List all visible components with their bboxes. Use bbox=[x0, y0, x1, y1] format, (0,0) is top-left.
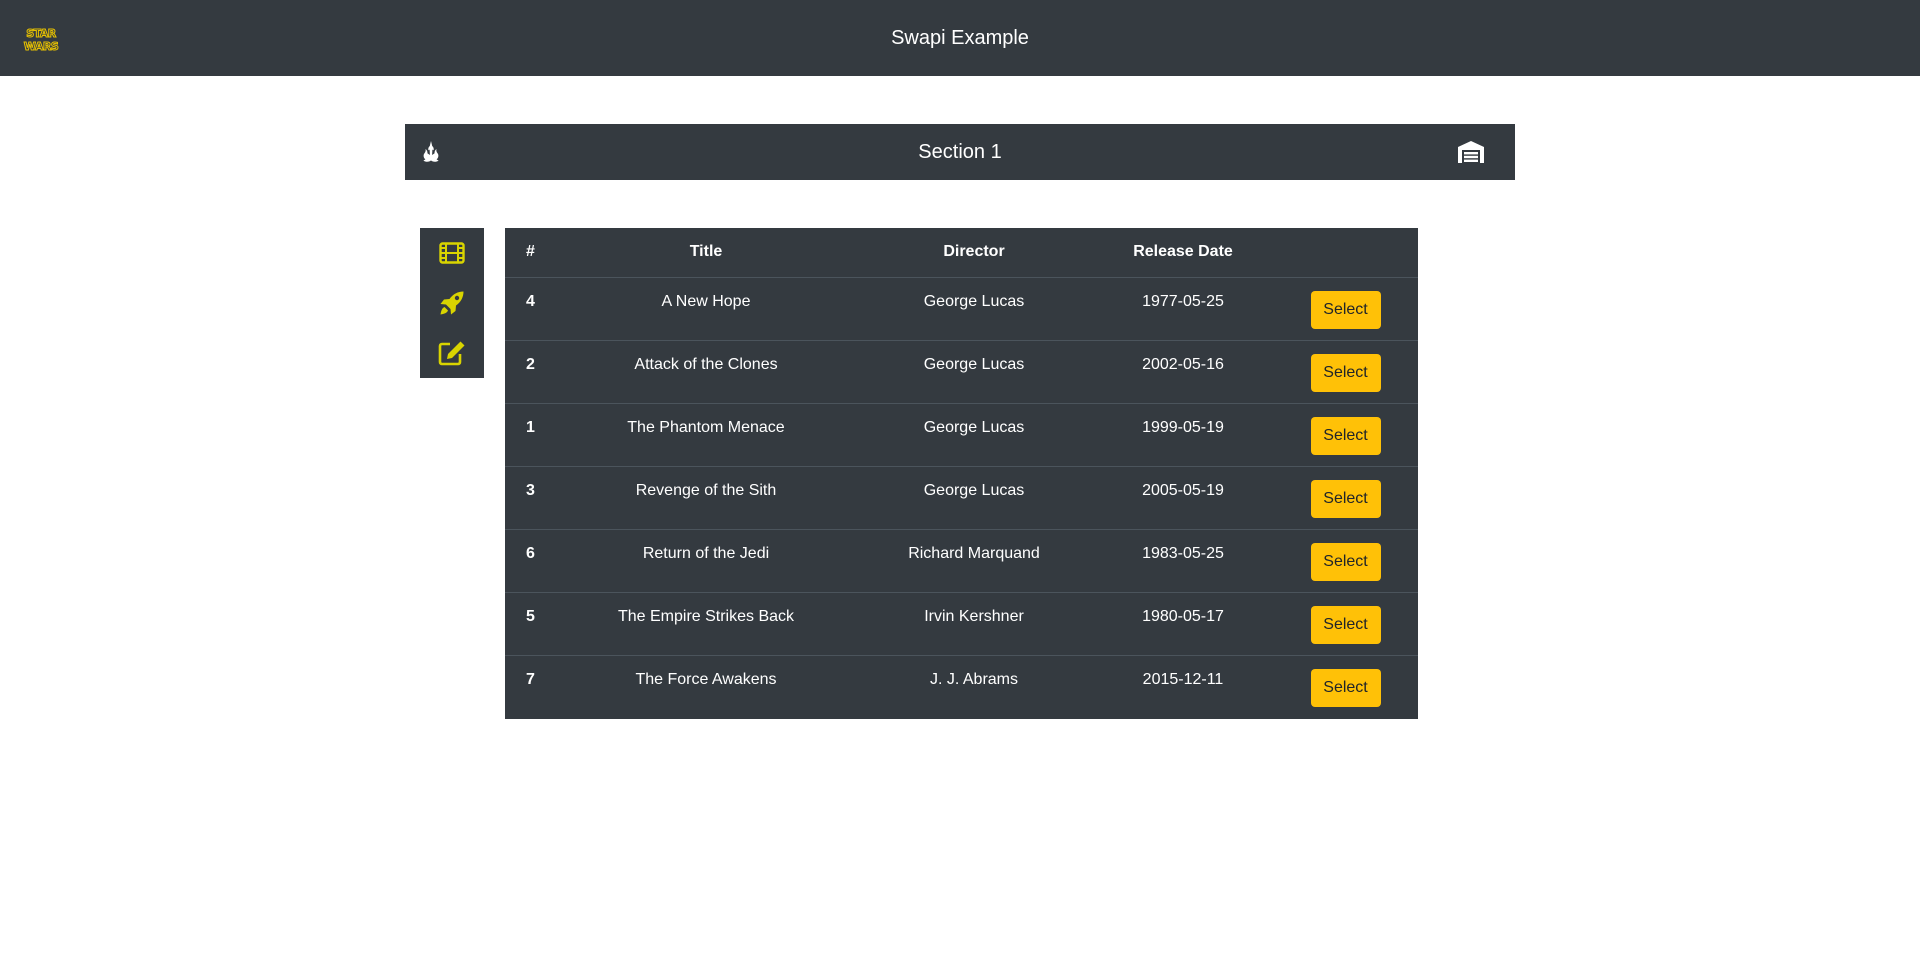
table-header-row: # Title Director Release Date bbox=[505, 228, 1418, 278]
app-title: Swapi Example bbox=[891, 27, 1029, 49]
cell-action: Select bbox=[1273, 277, 1418, 341]
cell-director: Richard Marquand bbox=[855, 529, 1093, 593]
table-row: 1 The Phantom Menace George Lucas 1999-0… bbox=[505, 403, 1418, 467]
cell-episode: 5 bbox=[505, 592, 557, 656]
cell-director: George Lucas bbox=[855, 340, 1093, 404]
cell-director: J. J. Abrams bbox=[929, 670, 1019, 688]
table-row: 7 The Force Awakens J. J. Abrams 2015-12… bbox=[505, 655, 1418, 718]
cell-title: The Force Awakens bbox=[635, 670, 777, 688]
cell-action: Select bbox=[1273, 655, 1418, 718]
film-icon bbox=[439, 242, 465, 264]
cell-title: Attack of the Clones bbox=[557, 340, 855, 404]
cell-title: A New Hope bbox=[557, 277, 855, 341]
cell-title: Return of the Jedi bbox=[557, 529, 855, 593]
cell-action: Select bbox=[1273, 340, 1418, 404]
cell-action: Select bbox=[1273, 529, 1418, 593]
table-row: 3 Revenge of the Sith George Lucas 2005-… bbox=[505, 466, 1418, 530]
select-button[interactable]: Select bbox=[1310, 479, 1381, 518]
select-button[interactable]: Select bbox=[1310, 542, 1381, 581]
cell-release-date: 2002-05-16 bbox=[1093, 340, 1273, 404]
cell-title: The Phantom Menace bbox=[557, 403, 855, 467]
cell-action: Select bbox=[1273, 403, 1418, 467]
films-table-container: # Title Director Release Date 4 A New Ho… bbox=[505, 228, 1418, 719]
header-director: Director bbox=[855, 228, 1093, 278]
sidebar-item-films[interactable] bbox=[420, 231, 484, 275]
cell-director: Irvin Kershner bbox=[855, 592, 1093, 656]
cell-director: George Lucas bbox=[855, 466, 1093, 530]
films-table: # Title Director Release Date 4 A New Ho… bbox=[505, 228, 1418, 718]
select-button[interactable]: Select bbox=[1310, 353, 1381, 392]
cell-release-date: 2015-12-11 bbox=[1142, 670, 1224, 688]
select-button[interactable]: Select bbox=[1310, 416, 1381, 455]
cell-release-date: 2005-05-19 bbox=[1093, 466, 1273, 530]
cell-episode: 2 bbox=[505, 340, 557, 404]
header-title: Title bbox=[557, 228, 855, 278]
warehouse-icon[interactable] bbox=[1457, 140, 1485, 164]
cell-title: Revenge of the Sith bbox=[557, 466, 855, 530]
cell-episode: 1 bbox=[505, 403, 557, 467]
table-row: 6 Return of the Jedi Richard Marquand 19… bbox=[505, 529, 1418, 593]
cell-episode: 4 bbox=[505, 277, 557, 341]
cell-title: The Empire Strikes Back bbox=[557, 592, 855, 656]
top-navbar: STAR WARS Swapi Example bbox=[0, 0, 1920, 76]
edit-icon bbox=[438, 341, 465, 366]
header-action bbox=[1273, 228, 1418, 278]
cell-release-date: 1983-05-25 bbox=[1093, 529, 1273, 593]
cell-episode: 7 bbox=[526, 670, 535, 688]
cell-action: Select bbox=[1273, 592, 1418, 656]
cell-release-date: 1977-05-25 bbox=[1093, 277, 1273, 341]
cell-release-date: 1980-05-17 bbox=[1093, 592, 1273, 656]
sidebar-item-edit[interactable] bbox=[420, 331, 484, 375]
cell-action: Select bbox=[1273, 466, 1418, 530]
table-row: 5 The Empire Strikes Back Irvin Kershner… bbox=[505, 592, 1418, 656]
cell-director: George Lucas bbox=[855, 403, 1093, 467]
select-button[interactable]: Select bbox=[1310, 605, 1381, 644]
cell-episode: 6 bbox=[505, 529, 557, 593]
select-button[interactable]: Select bbox=[1310, 668, 1381, 707]
cell-release-date: 1999-05-19 bbox=[1093, 403, 1273, 467]
header-episode: # bbox=[505, 228, 557, 278]
table-row: 2 Attack of the Clones George Lucas 2002… bbox=[505, 340, 1418, 404]
cell-director: George Lucas bbox=[855, 277, 1093, 341]
rocket-icon bbox=[440, 291, 464, 315]
section-title: Section 1 bbox=[918, 141, 1002, 163]
cell-episode: 3 bbox=[505, 466, 557, 530]
header-release-date: Release Date bbox=[1093, 228, 1273, 278]
table-row: 4 A New Hope George Lucas 1977-05-25 Sel… bbox=[505, 277, 1418, 341]
sidebar-item-starships[interactable] bbox=[420, 281, 484, 325]
section-header: Section 1 bbox=[405, 124, 1515, 180]
sidebar bbox=[420, 228, 484, 378]
select-button[interactable]: Select bbox=[1310, 290, 1381, 329]
